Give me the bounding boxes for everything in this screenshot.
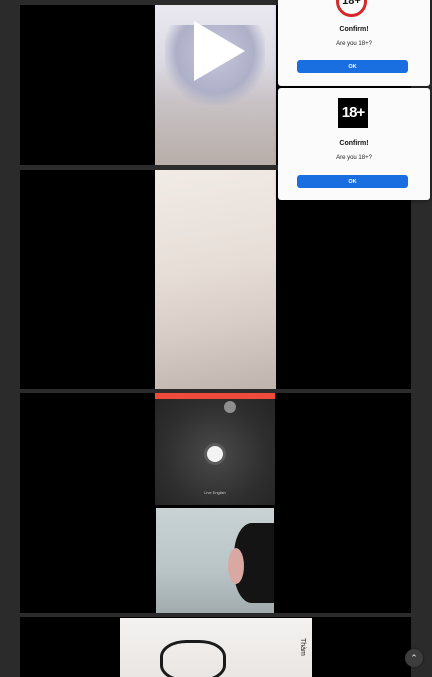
age-confirm-popup-1: 18+ Confirm! Are you 18+? OK <box>278 0 430 86</box>
thumbnail-detail <box>160 640 226 677</box>
video-thumbnail-2[interactable] <box>155 170 276 389</box>
image-thumbnail-4[interactable]: Thàm <box>120 618 312 677</box>
phone-status-bar <box>155 393 275 399</box>
thumbnail-detail <box>228 548 244 584</box>
age-badge-icon: 18+ <box>338 98 368 128</box>
image-thumbnail-3a[interactable]: Live English <box>155 393 275 505</box>
popup-title: Confirm! <box>339 140 369 147</box>
image-thumbnail-3b[interactable] <box>156 508 274 613</box>
camera-shutter-icon <box>207 446 223 462</box>
age-badge-icon: 18+ <box>336 0 367 17</box>
play-icon[interactable] <box>194 21 245 81</box>
age-confirm-popup-2: 18+ Confirm! Are you 18+? OK <box>278 88 430 200</box>
media-card-3[interactable]: Live English <box>20 393 411 613</box>
record-dot-icon <box>224 401 236 413</box>
scroll-to-top-button[interactable]: ⌃ <box>405 649 423 667</box>
watermark-text: Thàm <box>299 638 306 656</box>
media-card-2[interactable] <box>20 170 411 389</box>
popup-title: Confirm! <box>339 26 369 33</box>
ok-button[interactable]: OK <box>297 60 408 73</box>
popup-question: Are you 18+? <box>336 41 372 47</box>
popup-question: Are you 18+? <box>336 155 372 161</box>
media-card-4[interactable]: Thàm <box>20 617 411 677</box>
ok-button[interactable]: OK <box>297 175 408 188</box>
thumbnail-caption: Live English <box>204 490 226 495</box>
chevron-up-icon: ⌃ <box>410 653 418 663</box>
